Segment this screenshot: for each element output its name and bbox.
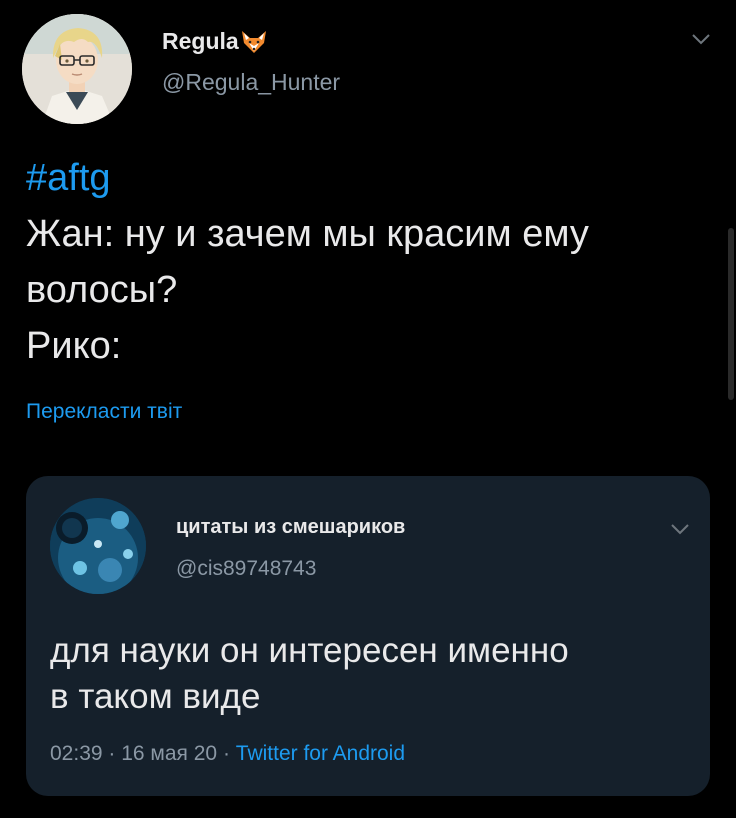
- translate-tweet-link[interactable]: Перекласти твіт: [26, 400, 182, 424]
- tweet-date[interactable]: 16 мая 20: [121, 742, 217, 765]
- quoted-tweet-meta: 02:39 · 16 мая 20 · Twitter for Android: [50, 742, 405, 766]
- tweet-text-line: Жан: ну и зачем мы красим ему: [26, 213, 589, 255]
- tweet: Regula @Regula_Hunter #aftg Жан: ну и за…: [0, 0, 736, 818]
- scrollbar[interactable]: [728, 228, 734, 400]
- avatar[interactable]: [22, 14, 132, 124]
- quoted-avatar[interactable]: [50, 498, 146, 594]
- quoted-tweet-card[interactable]: цитаты из смешариков @cis89748743 для на…: [26, 476, 710, 796]
- tweet-header: Regula @Regula_Hunter: [22, 14, 722, 124]
- meta-separator: ·: [102, 742, 122, 765]
- tweet-text-line: Рико:: [26, 325, 122, 367]
- quoted-handle[interactable]: @cis89748743: [176, 557, 405, 581]
- fox-emoji-icon: [240, 29, 268, 55]
- hashtag-link[interactable]: #aftg: [26, 150, 716, 206]
- display-name[interactable]: Regula: [162, 28, 239, 55]
- author-names: Regula @Regula_Hunter: [162, 28, 340, 96]
- avatar-image: [22, 14, 132, 124]
- tweet-source-link[interactable]: Twitter for Android: [236, 742, 405, 765]
- chevron-down-icon[interactable]: [669, 522, 691, 536]
- tweet-text-line: волосы?: [26, 269, 178, 311]
- quoted-author-names: цитаты из смешариков @cis89748743: [176, 516, 405, 581]
- handle[interactable]: @Regula_Hunter: [162, 69, 340, 96]
- tweet-text: #aftg Жан: ну и зачем мы красим ему воло…: [26, 150, 716, 374]
- quoted-text-line: для науки он интересен именно: [50, 631, 569, 670]
- quoted-text-line: в таком виде: [50, 677, 261, 716]
- tweet-time[interactable]: 02:39: [50, 742, 103, 765]
- meta-separator: ·: [217, 742, 236, 765]
- quoted-display-name[interactable]: цитаты из смешариков: [176, 516, 405, 539]
- chevron-down-icon[interactable]: [690, 32, 712, 46]
- quoted-tweet-text: для науки он интересен именно в таком ви…: [50, 628, 700, 720]
- quoted-avatar-image: [50, 498, 146, 594]
